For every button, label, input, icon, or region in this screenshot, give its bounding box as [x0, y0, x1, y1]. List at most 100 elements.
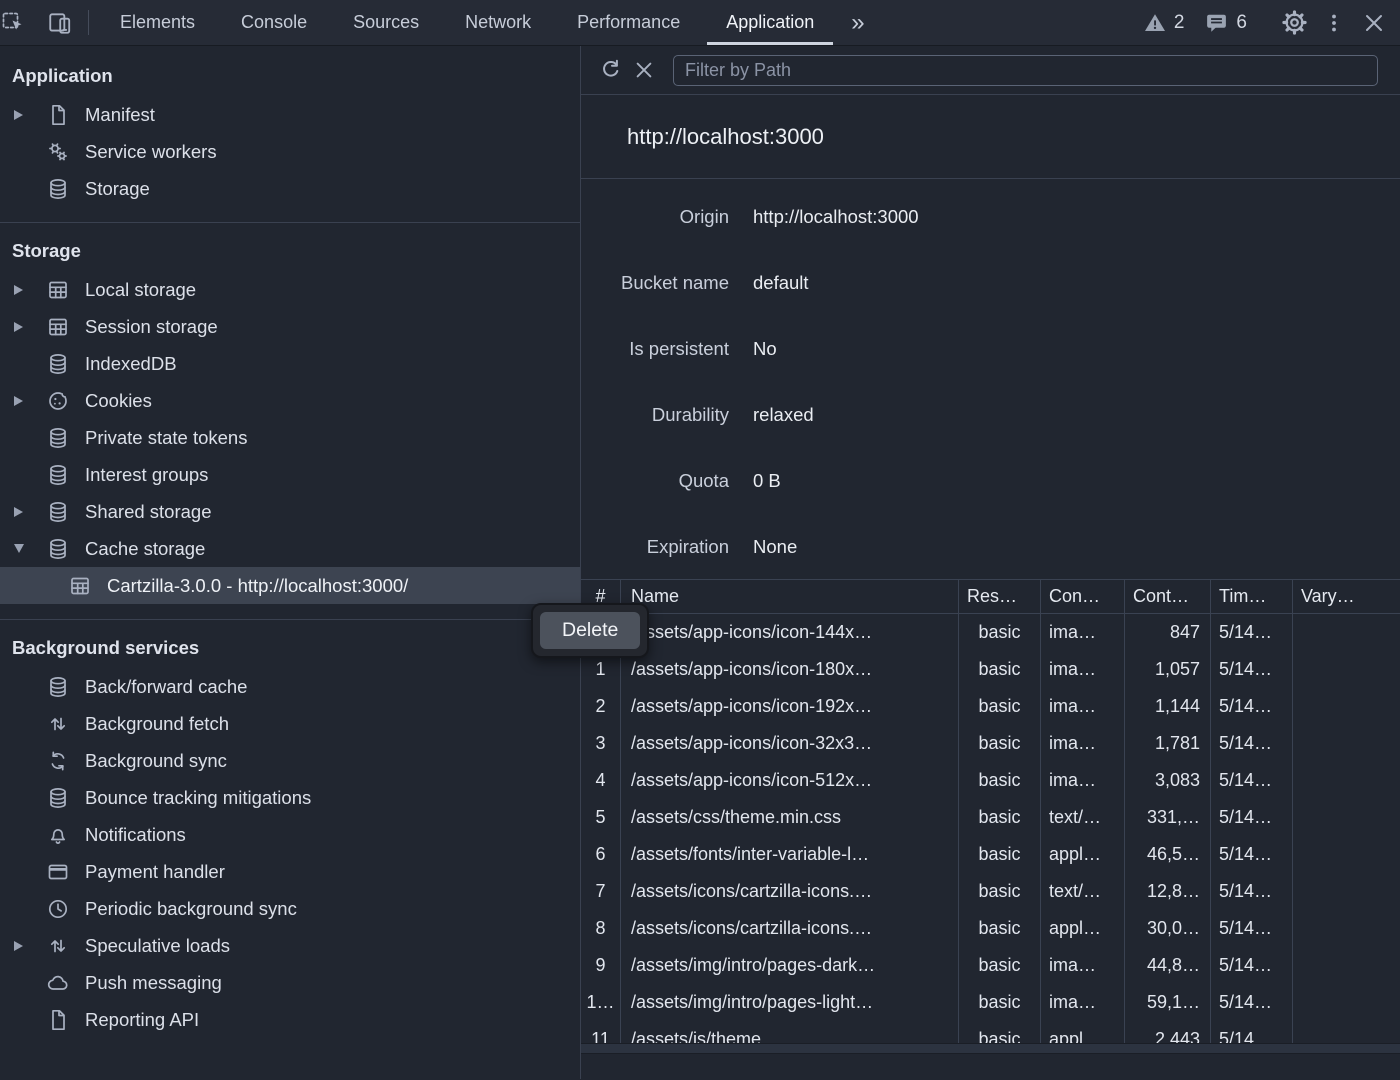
- table-row[interactable]: 7 /assets/icons/cartzilla-icons.… basic …: [581, 873, 1400, 910]
- sidebar-item-reporting-api[interactable]: Reporting API: [0, 1001, 580, 1038]
- section-header-background-services: Background services: [0, 620, 580, 668]
- section-header-application: Application: [0, 48, 580, 96]
- table-row[interactable]: 5 /assets/css/theme.min.css basic text/……: [581, 799, 1400, 836]
- sidebar-item-indexeddb[interactable]: IndexedDB: [0, 345, 580, 382]
- sidebar-item-label: Reporting API: [85, 1009, 199, 1031]
- sidebar-item-label: Notifications: [85, 824, 186, 846]
- expander-collapsed[interactable]: [14, 396, 46, 406]
- table-row[interactable]: 9 /assets/img/intro/pages-dark… basic im…: [581, 947, 1400, 984]
- sidebar-item-interest-groups[interactable]: Interest groups: [0, 456, 580, 493]
- menu-item-delete[interactable]: Delete: [540, 612, 640, 649]
- sidebar-item-cache-storage[interactable]: Cache storage: [0, 530, 580, 567]
- table-row[interactable]: 4 /assets/app-icons/icon-512x… basic ima…: [581, 762, 1400, 799]
- sidebar-item-background-sync[interactable]: Background sync: [0, 742, 580, 779]
- expander-collapsed[interactable]: [14, 941, 46, 951]
- expander-collapsed[interactable]: [14, 110, 46, 120]
- sidebar-item-bounce-tracking-mitigations[interactable]: Bounce tracking mitigations: [0, 779, 580, 816]
- inspect-element-button[interactable]: [0, 0, 40, 45]
- column-header-time-cached[interactable]: Tim…: [1211, 580, 1293, 613]
- column-header-content-length[interactable]: Cont…: [1125, 580, 1211, 613]
- device-toolbar-button[interactable]: [40, 0, 80, 45]
- detail-label: Bucket name: [581, 272, 729, 294]
- detail-value: default: [753, 272, 809, 294]
- panel-tabs: Elements Console Sources Network Perform…: [97, 0, 879, 45]
- table-row[interactable]: 8 /assets/icons/cartzilla-icons.… basic …: [581, 910, 1400, 947]
- message-bubble-icon: [1204, 10, 1229, 35]
- clock-icon: [46, 897, 70, 921]
- sidebar-item-shared-storage[interactable]: Shared storage: [0, 493, 580, 530]
- sidebar-item-back-forward-cache[interactable]: Back/forward cache: [0, 668, 580, 705]
- sidebar-item-label: Service workers: [85, 141, 217, 163]
- console-messages-badge[interactable]: 6: [1194, 10, 1257, 35]
- column-header-content-type[interactable]: Con…: [1041, 580, 1125, 613]
- horizontal-scrollbar[interactable]: [581, 1043, 1400, 1054]
- expander-collapsed[interactable]: [14, 507, 46, 517]
- column-header-vary[interactable]: Vary…: [1293, 580, 1400, 613]
- table-row[interactable]: 1… /assets/img/intro/pages-light… basic …: [581, 984, 1400, 1021]
- table-row[interactable]: 11 /assets/js/theme… basic appl… 2,443 5…: [581, 1021, 1400, 1043]
- clear-button[interactable]: [627, 53, 661, 87]
- bucket-details: Origin http://localhost:3000 Bucket name…: [581, 179, 1400, 579]
- refresh-button[interactable]: [593, 53, 627, 87]
- sidebar-item-label: Periodic background sync: [85, 898, 297, 920]
- filter-by-path-input[interactable]: [673, 55, 1378, 86]
- tab-elements[interactable]: Elements: [97, 0, 218, 45]
- refresh-icon: [598, 58, 622, 82]
- table-row[interactable]: 0 /assets/app-icons/icon-144x… basic ima…: [581, 614, 1400, 651]
- sidebar-item-speculative-loads[interactable]: Speculative loads: [0, 927, 580, 964]
- cookie-icon: [46, 389, 70, 413]
- sidebar-item-private-state-tokens[interactable]: Private state tokens: [0, 419, 580, 456]
- sidebar-item-local-storage[interactable]: Local storage: [0, 271, 580, 308]
- sidebar-item-cookies[interactable]: Cookies: [0, 382, 580, 419]
- tab-sources[interactable]: Sources: [330, 0, 442, 45]
- cache-storage-panel: http://localhost:3000 Origin http://loca…: [580, 46, 1400, 1079]
- gears-icon: [46, 140, 70, 164]
- sidebar-item-session-storage[interactable]: Session storage: [0, 308, 580, 345]
- message-count: 6: [1236, 12, 1247, 34]
- close-devtools-button[interactable]: [1354, 11, 1394, 35]
- sidebar-item-payment-handler[interactable]: Payment handler: [0, 853, 580, 890]
- up-down-arrows-icon: [46, 934, 70, 958]
- column-header-response-type[interactable]: Res…: [959, 580, 1041, 613]
- sidebar-item-label: Push messaging: [85, 972, 222, 994]
- sidebar-item-push-messaging[interactable]: Push messaging: [0, 964, 580, 1001]
- expander-collapsed[interactable]: [14, 322, 46, 332]
- database-icon: [46, 177, 70, 201]
- tab-application[interactable]: Application: [703, 0, 837, 45]
- expander-collapsed[interactable]: [14, 285, 46, 295]
- warning-icon: [1143, 11, 1167, 35]
- sidebar-item-notifications[interactable]: Notifications: [0, 816, 580, 853]
- sidebar-item-service-workers[interactable]: Service workers: [0, 133, 580, 170]
- table-row[interactable]: 6 /assets/fonts/inter-variable-l… basic …: [581, 836, 1400, 873]
- expander-expanded[interactable]: [14, 544, 46, 553]
- warnings-badge[interactable]: 2: [1133, 11, 1195, 35]
- sidebar-item-periodic-background-sync[interactable]: Periodic background sync: [0, 890, 580, 927]
- sidebar-item-label: Back/forward cache: [85, 676, 247, 698]
- settings-button[interactable]: [1274, 9, 1314, 36]
- tab-network[interactable]: Network: [442, 0, 554, 45]
- close-icon: [1362, 11, 1386, 35]
- sidebar-item-label: Background sync: [85, 750, 227, 772]
- sidebar-item-background-fetch[interactable]: Background fetch: [0, 705, 580, 742]
- database-icon: [46, 463, 70, 487]
- sidebar-item-label: Manifest: [85, 104, 155, 126]
- warning-count: 2: [1174, 12, 1185, 34]
- sidebar-item-cache-cartzilla[interactable]: Cartzilla-3.0.0 - http://localhost:3000/: [0, 567, 580, 604]
- more-options-button[interactable]: [1314, 11, 1354, 35]
- tab-console[interactable]: Console: [218, 0, 330, 45]
- sidebar-item-label: Interest groups: [85, 464, 208, 486]
- cache-panel-toolbar: [581, 46, 1400, 95]
- detail-label: Origin: [581, 206, 729, 228]
- table-row[interactable]: 2 /assets/app-icons/icon-192x… basic ima…: [581, 688, 1400, 725]
- detail-value: None: [753, 536, 797, 558]
- table-row[interactable]: 1 /assets/app-icons/icon-180x… basic ima…: [581, 651, 1400, 688]
- tab-performance[interactable]: Performance: [554, 0, 703, 45]
- more-tabs-button[interactable]: »: [837, 0, 878, 45]
- sidebar-item-manifest[interactable]: Manifest: [0, 96, 580, 133]
- column-header-name[interactable]: Name: [621, 580, 959, 613]
- table-row[interactable]: 3 /assets/app-icons/icon-32x3… basic ima…: [581, 725, 1400, 762]
- sidebar-item-storage[interactable]: Storage: [0, 170, 580, 207]
- device-toolbar-icon: [47, 10, 73, 36]
- detail-label: Is persistent: [581, 338, 729, 360]
- sidebar-item-label: Cookies: [85, 390, 152, 412]
